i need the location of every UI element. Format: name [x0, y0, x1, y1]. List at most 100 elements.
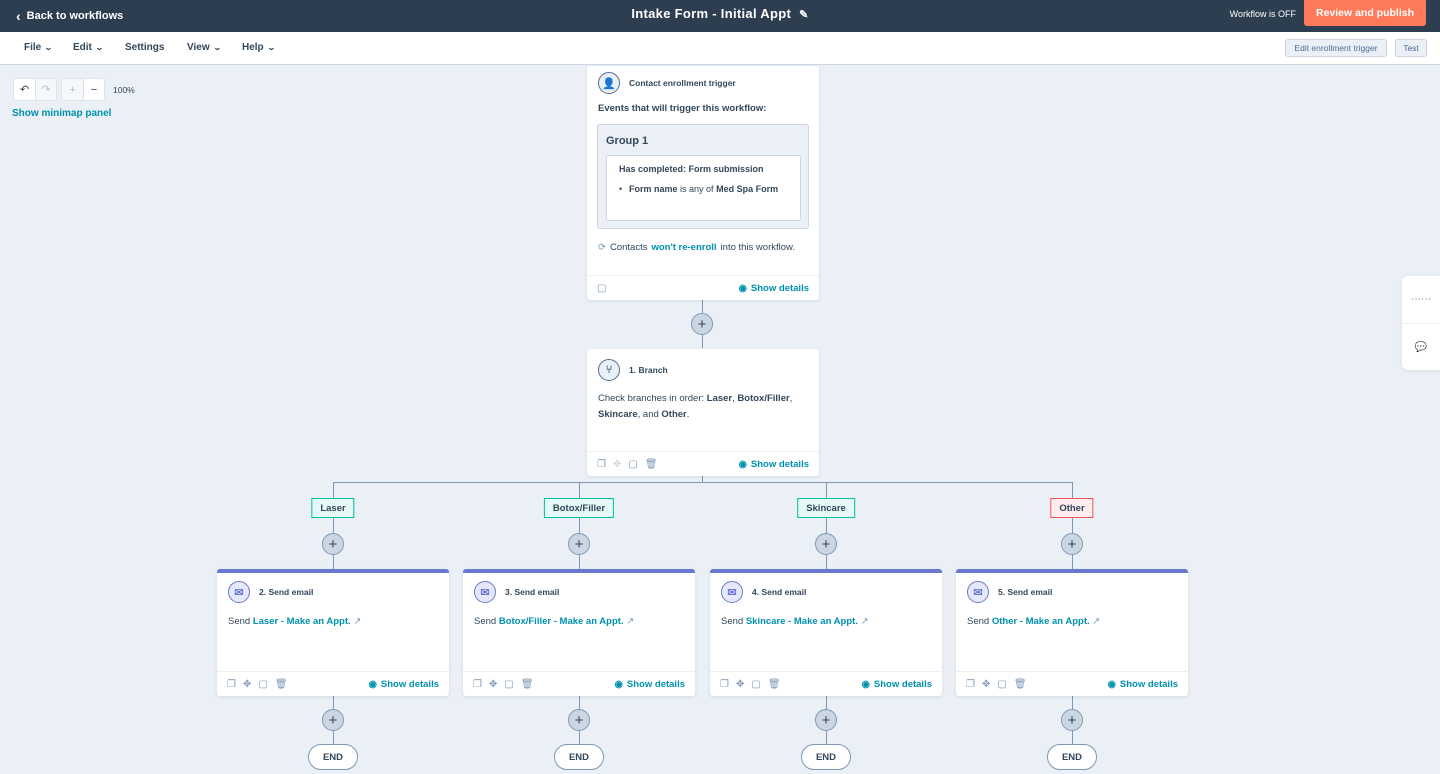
email-link[interactable]: Laser - Make an Appt. [253, 616, 351, 627]
branch-tag[interactable]: Botox/Filler [543, 498, 615, 518]
card-footer: ❐ ✥ ▢ 🗑 ◉ Show details [956, 671, 1188, 696]
copy-icon[interactable]: ❐ [597, 459, 606, 470]
send-email-card[interactable]: ✉ 2. Send email Send Laser - Make an Appt… [217, 569, 449, 696]
show-details-label: Show details [750, 282, 809, 294]
move-icon[interactable]: ✥ [736, 679, 744, 690]
group-title: Group 1 [606, 135, 649, 147]
copy-icon[interactable]: ❐ [227, 679, 236, 690]
chevron-down-icon: ⌄ [44, 43, 53, 52]
menu-label: View [187, 42, 210, 53]
show-details-button[interactable]: ◉ Show details [739, 283, 809, 294]
zoom-out-icon[interactable]: − [83, 79, 104, 100]
external-link-icon[interactable]: ↗ [861, 616, 869, 627]
text: Other [661, 409, 687, 420]
text: Send [228, 616, 251, 627]
menu-help[interactable]: Help ⌄ [242, 42, 275, 53]
show-details-button[interactable]: ◉ Show details [862, 679, 932, 690]
show-details-button[interactable]: ◉ Show details [1108, 679, 1178, 690]
trash-icon[interactable]: 🗑 [275, 679, 288, 690]
text: Skincare [598, 409, 638, 420]
move-icon[interactable]: ✥ [982, 679, 990, 690]
branch-tag[interactable]: Laser [311, 498, 355, 518]
chevron-down-icon: ⌄ [94, 43, 104, 52]
add-action-button[interactable]: + [1061, 533, 1083, 555]
card-footer: ❐ ✥ ▢ 🗑 ◉ Show details [463, 671, 695, 696]
external-link-icon[interactable]: ↗ [626, 616, 634, 627]
comment-icon[interactable]: 💬 [1402, 323, 1440, 370]
workflow-title-text: Intake Form - Initial Appt [631, 6, 792, 21]
show-details-button[interactable]: ◉ Show details [615, 679, 685, 690]
top-bar: ‹ Back to workflows Intake Form - Initial… [0, 0, 1440, 32]
undo-icon[interactable]: ↶ [14, 79, 35, 100]
edit-enrollment-trigger-button[interactable]: Edit enrollment trigger [1285, 39, 1387, 57]
add-action-button[interactable]: + [322, 709, 344, 731]
email-icon: ✉ [228, 581, 250, 603]
branch-card[interactable]: ⑂ 1. Branch Check branches in order: Lase… [587, 349, 819, 476]
external-link-icon[interactable]: ↗ [353, 616, 361, 627]
reenroll-link[interactable]: won't re-enroll [651, 242, 716, 253]
send-email-card[interactable]: ✉ 5. Send email Send Other - Make an Appt… [956, 569, 1188, 696]
add-action-button[interactable]: + [1061, 709, 1083, 731]
add-action-button[interactable]: + [815, 533, 837, 555]
send-email-card[interactable]: ✉ 3. Send email Send Botox/Filler - Make … [463, 569, 695, 696]
move-icon[interactable]: ✥ [243, 679, 251, 690]
card-footer: ▢ ◉ Show details [587, 275, 819, 300]
branch-tag[interactable]: Other [1050, 498, 1094, 518]
add-action-button[interactable]: + [568, 533, 590, 555]
email-link[interactable]: Skincare - Make an Appt. [746, 616, 858, 627]
clipboard-icon[interactable]: ▢ [504, 679, 513, 690]
end-label: END [568, 751, 590, 763]
external-link-icon[interactable]: ↗ [1092, 616, 1100, 627]
menu-settings[interactable]: Settings [125, 42, 164, 53]
trash-icon[interactable]: 🗑 [521, 679, 534, 690]
copy-icon[interactable]: ❐ [720, 679, 729, 690]
trash-icon[interactable]: 🗑 [1014, 679, 1027, 690]
trash-icon[interactable]: 🗑 [645, 459, 658, 470]
zoom-in-icon[interactable]: + [62, 79, 83, 100]
move-icon[interactable]: ✥ [489, 679, 497, 690]
text: and [642, 409, 659, 420]
clipboard-icon[interactable]: ▢ [258, 679, 267, 690]
menu-file[interactable]: File ⌄ [24, 42, 53, 53]
menu-label: File [24, 42, 42, 53]
show-details-button[interactable]: ◉ Show details [369, 679, 439, 690]
grid-icon[interactable]: ⋯⋯ [1402, 276, 1440, 323]
show-details-label: Show details [380, 678, 439, 690]
show-minimap-link[interactable]: Show minimap panel [12, 108, 111, 119]
show-details-label: Show details [626, 678, 685, 690]
text: Send [474, 616, 497, 627]
clipboard-icon[interactable]: ▢ [997, 679, 1006, 690]
workflow-status: Workflow is OFF [1229, 9, 1296, 19]
add-action-button[interactable]: + [568, 709, 590, 731]
end-node: END [1047, 744, 1097, 770]
email-link[interactable]: Botox/Filler - Make an Appt. [499, 616, 624, 627]
eye-icon: ◉ [368, 678, 377, 690]
trigger-group: Group 1 Has completed: Form submission •… [597, 124, 809, 229]
add-action-button[interactable]: + [691, 313, 713, 335]
enrollment-trigger-card[interactable]: 👤 Contact enrollment trigger Events that … [587, 66, 819, 300]
move-icon[interactable]: ✥ [613, 459, 621, 470]
clipboard-icon[interactable]: ▢ [597, 283, 606, 294]
trigger-filter[interactable]: Has completed: Form submission • Form nam… [606, 155, 801, 221]
copy-icon[interactable]: ❐ [473, 679, 482, 690]
show-details-button[interactable]: ◉ Show details [739, 459, 809, 470]
menu-edit[interactable]: Edit ⌄ [73, 42, 104, 53]
end-label: END [815, 751, 837, 763]
clipboard-icon[interactable]: ▢ [751, 679, 760, 690]
email-link[interactable]: Other - Make an Appt. [992, 616, 1090, 627]
test-button[interactable]: Test [1395, 39, 1427, 57]
redo-icon[interactable]: ↷ [35, 79, 56, 100]
copy-icon[interactable]: ❐ [966, 679, 975, 690]
trash-icon[interactable]: 🗑 [768, 679, 781, 690]
pencil-icon[interactable]: ✎ [799, 9, 809, 21]
eye-icon: ◉ [861, 678, 870, 690]
workflow-title: Intake Form - Initial Appt ✎ [0, 6, 1440, 21]
menu-view[interactable]: View ⌄ [187, 42, 221, 53]
add-action-button[interactable]: + [815, 709, 837, 731]
clipboard-icon[interactable]: ▢ [628, 459, 637, 470]
show-details-label: Show details [873, 678, 932, 690]
send-email-card[interactable]: ✉ 4. Send email Send Skincare - Make an A… [710, 569, 942, 696]
add-action-button[interactable]: + [322, 533, 344, 555]
review-and-publish-button[interactable]: Review and publish [1304, 0, 1426, 26]
branch-tag[interactable]: Skincare [797, 498, 855, 518]
